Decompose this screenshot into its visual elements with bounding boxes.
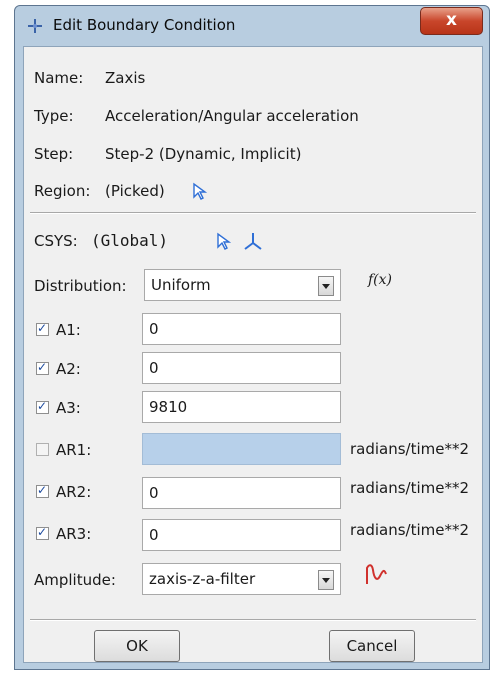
ar1-checkbox[interactable] — [36, 443, 49, 456]
a3-checkbox[interactable]: ✓ — [36, 399, 49, 414]
name-value: Zaxis — [105, 69, 146, 87]
amplitude-value: zaxis-z-a-filter — [149, 570, 256, 588]
type-label: Type: — [34, 107, 74, 125]
a1-checkbox[interactable]: ✓ — [36, 321, 49, 336]
window-title: Edit Boundary Condition — [53, 16, 236, 34]
region-select-arrow-icon[interactable] — [192, 182, 210, 202]
ok-button[interactable]: OK — [94, 630, 180, 662]
csys-value: (Global) — [91, 231, 169, 250]
ar3-label: AR3: — [56, 525, 92, 543]
dialog-body: Name: Zaxis Type: Acceleration/Angular a… — [23, 46, 483, 663]
region-value: (Picked) — [105, 182, 165, 200]
name-label: Name: — [34, 69, 84, 87]
distribution-value: Uniform — [151, 276, 211, 294]
a1-label: A1: — [56, 321, 81, 339]
csys-create-axis-icon[interactable] — [242, 230, 264, 252]
a3-input[interactable]: 9810 — [142, 391, 341, 423]
ar3-unit: radians/time**2 — [350, 521, 470, 539]
type-value: Acceleration/Angular acceleration — [105, 107, 359, 125]
amplitude-select[interactable]: zaxis-z-a-filter — [142, 563, 341, 595]
step-value: Step-2 (Dynamic, Implicit) — [105, 145, 302, 163]
ar2-label: AR2: — [56, 483, 92, 501]
amplitude-label: Amplitude: — [34, 571, 116, 589]
step-label: Step: — [34, 145, 74, 163]
chevron-down-icon[interactable] — [318, 570, 334, 590]
create-amplitude-icon[interactable] — [364, 562, 388, 588]
region-label: Region: — [34, 182, 91, 200]
csys-select-arrow-icon[interactable] — [216, 232, 234, 252]
ar3-checkbox[interactable]: ✓ — [36, 525, 49, 540]
ar3-input[interactable]: 0 — [142, 519, 341, 551]
abaqus-cross-icon — [28, 19, 42, 33]
separator — [30, 619, 476, 621]
distribution-select[interactable]: Uniform — [144, 269, 341, 301]
ar2-checkbox[interactable]: ✓ — [36, 483, 49, 498]
csys-label: CSYS: — [34, 232, 78, 250]
close-button[interactable]: x — [420, 7, 483, 35]
a1-input[interactable]: 0 — [142, 313, 341, 345]
ar2-input[interactable]: 0 — [142, 477, 341, 509]
separator — [30, 212, 476, 214]
fx-function-icon[interactable]: f(x) — [368, 272, 392, 288]
title-bar[interactable]: Edit Boundary Condition x — [15, 6, 489, 46]
cancel-button[interactable]: Cancel — [329, 630, 415, 662]
a2-checkbox[interactable]: ✓ — [36, 360, 49, 375]
chevron-down-icon[interactable] — [318, 276, 334, 296]
ar2-unit: radians/time**2 — [350, 479, 470, 497]
edit-boundary-condition-dialog: Edit Boundary Condition x Name: Zaxis Ty… — [14, 5, 490, 670]
distribution-label: Distribution: — [34, 277, 127, 295]
ar1-unit: radians/time**2 — [350, 440, 470, 458]
a3-label: A3: — [56, 399, 81, 417]
a2-label: A2: — [56, 360, 81, 378]
ar1-input[interactable] — [142, 433, 341, 465]
ar1-label: AR1: — [56, 441, 92, 459]
a2-input[interactable]: 0 — [142, 352, 341, 384]
